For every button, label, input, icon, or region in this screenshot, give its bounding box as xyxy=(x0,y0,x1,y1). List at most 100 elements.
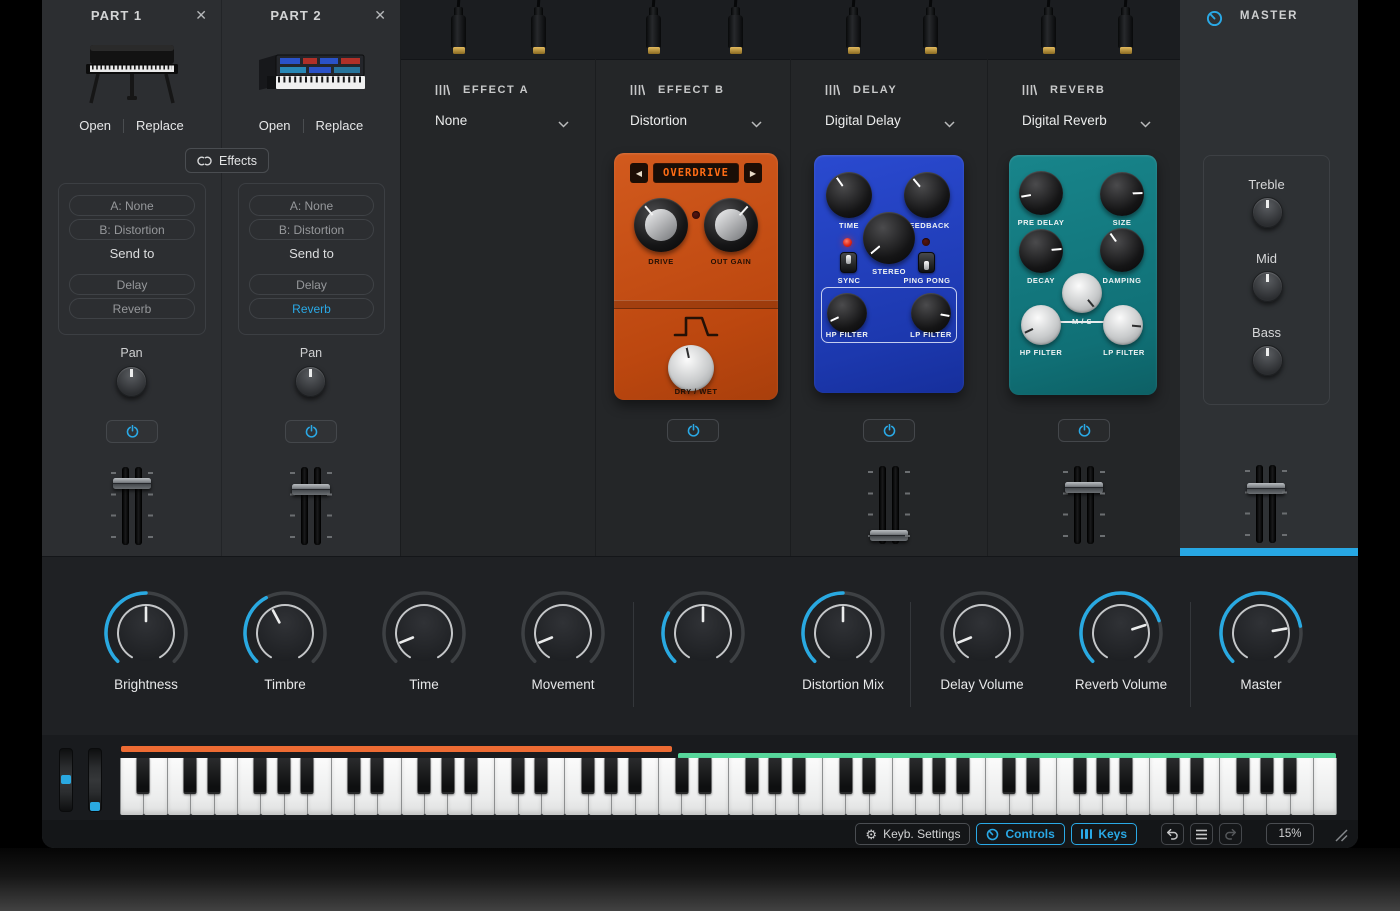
resize-handle[interactable] xyxy=(1332,826,1348,842)
chevron-down-icon[interactable] xyxy=(944,121,955,128)
keyboard-settings-button[interactable]: ⚙ Keyb. Settings xyxy=(855,823,970,845)
piano-key-black[interactable] xyxy=(628,758,641,794)
piano-key-black[interactable] xyxy=(254,758,267,794)
time-knob[interactable] xyxy=(826,172,872,218)
menu-button[interactable] xyxy=(1190,823,1213,845)
macro-knob-distortion-mix[interactable]: Distortion Mix xyxy=(783,587,903,729)
hp-filter-knob[interactable] xyxy=(827,293,867,333)
fader-handle[interactable] xyxy=(1247,483,1285,494)
piano-key-black[interactable] xyxy=(1096,758,1109,794)
piano-key-black[interactable] xyxy=(675,758,688,794)
piano-key-black[interactable] xyxy=(1260,758,1273,794)
drive-knob[interactable] xyxy=(634,198,688,252)
piano-key-black[interactable] xyxy=(839,758,852,794)
preset-prev-button[interactable]: ◀ xyxy=(630,163,648,183)
macro-knob-brightness[interactable]: Brightness xyxy=(86,587,206,729)
reverb-select[interactable]: Digital Reverb xyxy=(1022,113,1107,128)
macro-knob-movement[interactable]: Movement xyxy=(503,587,623,729)
part-1-close-icon[interactable]: ✕ xyxy=(195,7,207,24)
piano-key-black[interactable] xyxy=(184,758,197,794)
part-1-send-reverb-button[interactable]: Reverb xyxy=(69,298,195,319)
lp-filter-knob[interactable] xyxy=(1103,305,1143,345)
redo-button[interactable] xyxy=(1219,823,1242,845)
part-1-fx-a-button[interactable]: A: None xyxy=(69,195,195,216)
keys-tab-button[interactable]: Keys xyxy=(1071,823,1137,845)
piano-key-black[interactable] xyxy=(441,758,454,794)
mod-wheel[interactable] xyxy=(88,748,102,812)
macro-knob-delay-volume[interactable]: Delay Volume xyxy=(922,587,1042,729)
macro-knob-timbre[interactable]: Timbre xyxy=(225,587,345,729)
piano-key-black[interactable] xyxy=(745,758,758,794)
piano-key-black[interactable] xyxy=(1120,758,1133,794)
piano-key-black[interactable] xyxy=(511,758,524,794)
part-1-volume-fader[interactable] xyxy=(110,467,154,545)
piano-key-black[interactable] xyxy=(137,758,150,794)
fader-handle[interactable] xyxy=(1065,482,1103,493)
piano-key-black[interactable] xyxy=(465,758,478,794)
pitch-bend-wheel[interactable] xyxy=(59,748,73,812)
master-fader[interactable] xyxy=(1244,465,1288,543)
effect-b-select[interactable]: Distortion xyxy=(630,113,687,128)
bass-knob[interactable] xyxy=(1252,345,1283,376)
piano-key-black[interactable] xyxy=(301,758,314,794)
sync-toggle[interactable] xyxy=(840,252,857,273)
mid-knob[interactable] xyxy=(1252,271,1283,302)
hp-filter-knob[interactable] xyxy=(1021,305,1061,345)
part-2-open-button[interactable]: Open xyxy=(259,118,291,133)
decay-knob[interactable] xyxy=(1019,229,1063,273)
piano-key-black[interactable] xyxy=(1003,758,1016,794)
piano-key-black[interactable] xyxy=(956,758,969,794)
pre-delay-knob[interactable] xyxy=(1019,171,1063,215)
part-1-replace-button[interactable]: Replace xyxy=(136,118,184,133)
reverb-volume-fader[interactable] xyxy=(1062,466,1106,544)
preset-next-button[interactable]: ▶ xyxy=(744,163,762,183)
effects-link-button[interactable]: Effects xyxy=(185,148,269,173)
part-2-power-button[interactable] xyxy=(285,420,337,443)
feedback-knob[interactable] xyxy=(904,172,950,218)
undo-button[interactable] xyxy=(1161,823,1184,845)
piano-key-black[interactable] xyxy=(371,758,384,794)
piano-key-black[interactable] xyxy=(207,758,220,794)
part-2-send-reverb-button[interactable]: Reverb xyxy=(249,298,374,319)
piano-key-black[interactable] xyxy=(769,758,782,794)
piano-key-black[interactable] xyxy=(933,758,946,794)
part-2-pan-knob[interactable] xyxy=(295,366,326,397)
fader-handle[interactable] xyxy=(292,484,330,495)
chevron-down-icon[interactable] xyxy=(1140,121,1151,128)
part-2-volume-fader[interactable] xyxy=(289,467,333,545)
delay-power-button[interactable] xyxy=(863,419,915,442)
part-2-close-icon[interactable]: ✕ xyxy=(374,7,386,24)
piano-key-black[interactable] xyxy=(1190,758,1203,794)
part-1-key-range[interactable] xyxy=(121,746,672,752)
fader-handle[interactable] xyxy=(113,478,151,489)
fader-handle[interactable] xyxy=(870,530,908,541)
piano-key-black[interactable] xyxy=(277,758,290,794)
part-2-replace-button[interactable]: Replace xyxy=(316,118,364,133)
dry-wet-knob[interactable] xyxy=(668,345,714,391)
stereo-knob[interactable] xyxy=(863,212,915,264)
piano-key-black[interactable] xyxy=(535,758,548,794)
part-1-fx-b-button[interactable]: B: Distortion xyxy=(69,219,195,240)
piano-key-white[interactable] xyxy=(1314,758,1337,815)
macro-knob-unlabeled[interactable] xyxy=(643,587,763,729)
piano-key-black[interactable] xyxy=(582,758,595,794)
piano-key-black[interactable] xyxy=(1026,758,1039,794)
chevron-down-icon[interactable] xyxy=(751,121,762,128)
piano-key-black[interactable] xyxy=(862,758,875,794)
piano-key-black[interactable] xyxy=(418,758,431,794)
part-2-send-delay-button[interactable]: Delay xyxy=(249,274,374,295)
part-1-open-button[interactable]: Open xyxy=(79,118,111,133)
part-2-fx-a-button[interactable]: A: None xyxy=(249,195,374,216)
piano-key-black[interactable] xyxy=(348,758,361,794)
part-1-pan-knob[interactable] xyxy=(116,366,147,397)
treble-knob[interactable] xyxy=(1252,197,1283,228)
controls-tab-button[interactable]: Controls xyxy=(976,823,1064,845)
damping-knob[interactable] xyxy=(1100,228,1144,272)
piano-key-black[interactable] xyxy=(605,758,618,794)
part-1-send-delay-button[interactable]: Delay xyxy=(69,274,195,295)
macro-knob-master[interactable]: Master xyxy=(1201,587,1321,729)
piano-key-black[interactable] xyxy=(909,758,922,794)
piano-key-black[interactable] xyxy=(1237,758,1250,794)
piano-key-black[interactable] xyxy=(1167,758,1180,794)
chevron-down-icon[interactable] xyxy=(558,121,569,128)
